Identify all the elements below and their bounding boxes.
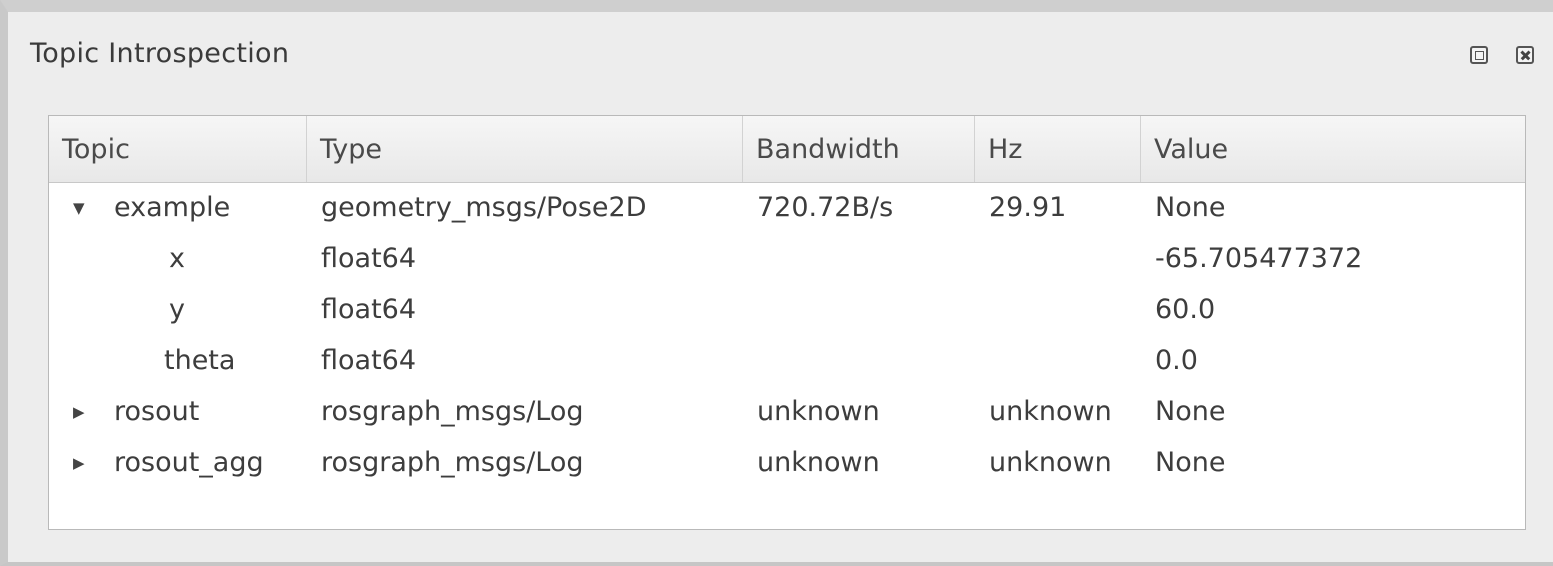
column-header-hz[interactable]: Hz	[975, 116, 1141, 182]
tree-row-x[interactable]: x float64 -65.705477372	[49, 234, 1525, 285]
field-name: y	[169, 294, 185, 325]
topic-hz: 29.91	[989, 192, 1067, 223]
tree-header: Topic Type Bandwidth Hz Value	[49, 116, 1525, 183]
column-header-type[interactable]: Type	[307, 116, 743, 182]
expand-down-arrow-icon[interactable]: ▼	[73, 183, 85, 233]
topic-bandwidth: 720.72B/s	[757, 192, 894, 223]
field-value: -65.705477372	[1155, 243, 1363, 274]
field-value: 0.0	[1155, 345, 1198, 376]
field-value: 60.0	[1155, 294, 1216, 325]
topic-name: rosout_agg	[114, 447, 264, 478]
topic-type: geometry_msgs/Pose2D	[321, 192, 647, 223]
topic-bandwidth: unknown	[757, 447, 880, 478]
topic-value: None	[1155, 192, 1226, 223]
topic-name: rosout	[114, 396, 200, 427]
tree-row-rosout[interactable]: ▶ rosout rosgraph_msgs/Log unknown unkno…	[49, 387, 1525, 438]
topic-name: example	[114, 192, 231, 223]
topic-bandwidth: unknown	[757, 396, 880, 427]
topic-value: None	[1155, 447, 1226, 478]
tree-row-y[interactable]: y float64 60.0	[49, 285, 1525, 336]
field-type: float64	[321, 243, 417, 274]
expand-right-arrow-icon[interactable]: ▶	[73, 438, 85, 488]
topic-value: None	[1155, 396, 1226, 427]
tree-row-example[interactable]: ▼ example geometry_msgs/Pose2D 720.72B/s…	[49, 183, 1525, 234]
column-header-topic[interactable]: Topic	[49, 116, 307, 182]
float-restore-icon[interactable]	[1470, 46, 1488, 64]
column-header-bandwidth[interactable]: Bandwidth	[743, 116, 975, 182]
topic-type: rosgraph_msgs/Log	[321, 447, 584, 478]
topic-introspection-window: Topic Introspection Topic Type Bandwidth…	[0, 0, 1553, 566]
tree-row-rosout-agg[interactable]: ▶ rosout_agg rosgraph_msgs/Log unknown u…	[49, 438, 1525, 489]
topic-hz: unknown	[989, 396, 1112, 427]
tree-row-theta[interactable]: theta float64 0.0	[49, 336, 1525, 387]
topic-hz: unknown	[989, 447, 1112, 478]
field-type: float64	[321, 294, 417, 325]
expand-right-arrow-icon[interactable]: ▶	[73, 387, 85, 437]
field-type: float64	[321, 345, 417, 376]
topic-type: rosgraph_msgs/Log	[321, 396, 584, 427]
column-header-value[interactable]: Value	[1141, 116, 1525, 182]
field-name: theta	[164, 345, 236, 376]
close-icon[interactable]	[1516, 46, 1534, 64]
topic-tree[interactable]: Topic Type Bandwidth Hz Value ▼ example …	[48, 115, 1526, 530]
field-name: x	[169, 243, 185, 274]
window-title: Topic Introspection	[30, 38, 290, 69]
